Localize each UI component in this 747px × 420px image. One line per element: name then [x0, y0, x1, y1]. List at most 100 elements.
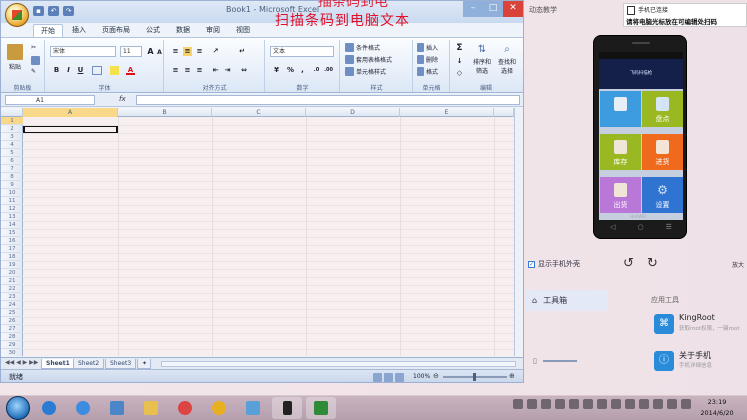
sheet-tab[interactable]: Sheet3: [105, 359, 137, 369]
row-header[interactable]: 3: [1, 133, 23, 141]
row-header[interactable]: 10: [1, 189, 23, 197]
insert-cells-button[interactable]: 插入: [417, 43, 438, 52]
show-phone-case-checkbox[interactable]: ✓: [528, 260, 535, 268]
tab-review[interactable]: 审阅: [199, 24, 227, 37]
horizontal-scrollbar[interactable]: [161, 361, 516, 367]
row-header[interactable]: 1: [1, 117, 23, 125]
tab-view[interactable]: 视图: [229, 24, 257, 37]
sheet-tab[interactable]: Sheet1: [41, 359, 75, 369]
row-header[interactable]: 15: [1, 229, 23, 237]
zoom-slider-thumb[interactable]: [473, 373, 476, 381]
taskbar-app-icon[interactable]: [102, 397, 132, 419]
format-painter-button[interactable]: ✎: [31, 68, 36, 75]
align-left-icon[interactable]: ≡: [171, 66, 180, 75]
font-color-button[interactable]: A: [126, 66, 135, 75]
row-header[interactable]: 19: [1, 261, 23, 269]
tray-icon[interactable]: [555, 399, 565, 409]
increase-decimal-icon[interactable]: .0: [312, 66, 321, 75]
currency-icon[interactable]: ¥: [272, 66, 281, 75]
insert-function-button[interactable]: fx: [119, 95, 133, 105]
tile-scan[interactable]: [600, 91, 641, 127]
tab-home[interactable]: 开始: [33, 24, 63, 37]
name-box[interactable]: A1: [5, 95, 95, 105]
row-header[interactable]: 21: [1, 277, 23, 285]
number-format-select[interactable]: 文本: [270, 46, 334, 57]
tray-icon[interactable]: [541, 399, 551, 409]
zoom-out-icon[interactable]: ⊖: [433, 372, 439, 380]
tray-icon[interactable]: [653, 399, 663, 409]
row-header[interactable]: 16: [1, 237, 23, 245]
font-name-select[interactable]: 宋体: [50, 46, 116, 57]
column-header[interactable]: A: [23, 108, 118, 117]
sheet-tab[interactable]: Sheet2: [73, 359, 105, 369]
tile-stock[interactable]: 库存: [600, 134, 641, 170]
row-header[interactable]: 22: [1, 285, 23, 293]
column-header[interactable]: B: [118, 108, 212, 117]
tray-icon[interactable]: [639, 399, 649, 409]
row-header[interactable]: 27: [1, 325, 23, 333]
row-header[interactable]: 7: [1, 165, 23, 173]
tab-page-layout[interactable]: 页面布局: [95, 24, 137, 37]
row-header[interactable]: 29: [1, 341, 23, 349]
cut-button[interactable]: ✂: [31, 44, 36, 51]
increase-indent-icon[interactable]: ⇥: [223, 66, 232, 75]
paste-button[interactable]: 粘贴: [7, 44, 23, 71]
sheet-nav-arrows[interactable]: ◀◀ ◀ ▶ ▶▶: [5, 359, 38, 366]
vertical-scrollbar[interactable]: [514, 108, 523, 356]
row-header[interactable]: 14: [1, 221, 23, 229]
row-header[interactable]: 4: [1, 141, 23, 149]
save-icon[interactable]: ▪: [33, 6, 44, 16]
tray-icon[interactable]: [597, 399, 607, 409]
row-header[interactable]: 24: [1, 301, 23, 309]
copy-button[interactable]: [31, 56, 40, 65]
row-header[interactable]: 20: [1, 269, 23, 277]
border-button[interactable]: [92, 66, 102, 75]
underline-button[interactable]: U: [76, 66, 85, 75]
sort-filter-button[interactable]: ⇅ 排序和筛选: [469, 44, 495, 75]
italic-button[interactable]: I: [64, 66, 73, 75]
fill-icon[interactable]: ↓: [455, 57, 464, 66]
volume-icon[interactable]: [667, 399, 677, 409]
panel-slider[interactable]: [543, 360, 577, 362]
tray-icon[interactable]: [625, 399, 635, 409]
tile-inventory-check[interactable]: 盘点: [642, 91, 683, 127]
row-header[interactable]: 26: [1, 317, 23, 325]
delete-cells-button[interactable]: 删除: [417, 55, 438, 64]
column-header-partial[interactable]: [494, 108, 514, 117]
wrap-text-icon[interactable]: ↵: [235, 47, 249, 56]
tab-formulas[interactable]: 公式: [139, 24, 167, 37]
align-bottom-icon[interactable]: ≡: [195, 47, 204, 56]
column-header[interactable]: D: [306, 108, 400, 117]
autosum-button[interactable]: Σ: [455, 44, 464, 53]
select-all-corner[interactable]: [1, 108, 23, 117]
redo-icon[interactable]: ↷: [63, 6, 74, 16]
row-header[interactable]: 11: [1, 197, 23, 205]
tray-icon[interactable]: [513, 399, 523, 409]
format-as-table-button[interactable]: 套用表格格式: [345, 55, 392, 64]
page-layout-view-icon[interactable]: [384, 373, 393, 382]
shrink-font-button[interactable]: A: [155, 48, 164, 57]
cell-styles-button[interactable]: 单元格样式: [345, 67, 386, 76]
normal-view-icon[interactable]: [373, 373, 382, 382]
column-header[interactable]: E: [400, 108, 494, 117]
fill-color-button[interactable]: [110, 66, 119, 75]
tray-icon[interactable]: [583, 399, 593, 409]
close-button[interactable]: ✕: [503, 1, 523, 17]
tile-purchase[interactable]: 进货: [642, 134, 683, 170]
tab-data[interactable]: 数据: [169, 24, 197, 37]
bold-button[interactable]: B: [52, 66, 61, 75]
page-break-view-icon[interactable]: [395, 373, 404, 382]
row-header[interactable]: 9: [1, 181, 23, 189]
undo-icon[interactable]: ↶: [48, 6, 59, 16]
taskbar-app-icon[interactable]: [204, 397, 234, 419]
tray-icon[interactable]: [611, 399, 621, 409]
zoom-in-icon[interactable]: ⊕: [509, 372, 515, 380]
formula-input[interactable]: [136, 95, 520, 105]
rotate-left-icon[interactable]: ↺: [623, 256, 634, 271]
align-center-icon[interactable]: ≡: [183, 66, 192, 75]
row-header[interactable]: 8: [1, 173, 23, 181]
merge-center-icon[interactable]: ⇔: [237, 66, 251, 75]
row-header[interactable]: 13: [1, 213, 23, 221]
row-header[interactable]: 23: [1, 293, 23, 301]
comma-button[interactable]: ,: [298, 66, 307, 75]
